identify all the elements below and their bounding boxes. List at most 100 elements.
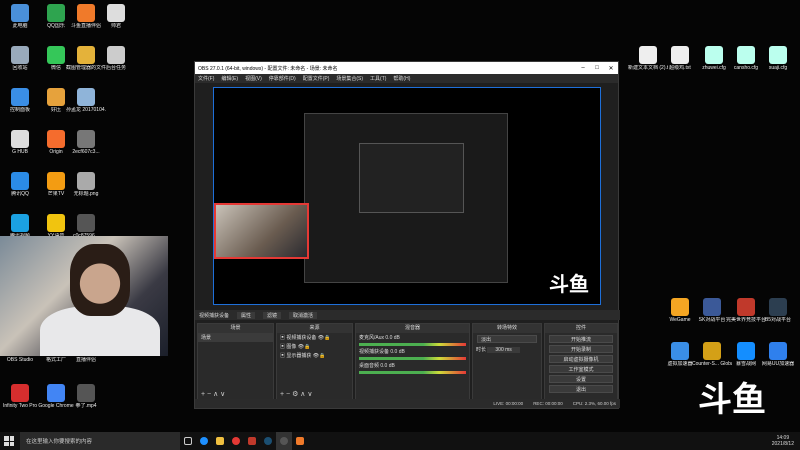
explorer-icon[interactable] xyxy=(212,432,228,450)
mixer-channel-label: 麦克风/Aux 0.0 dB xyxy=(359,335,400,341)
app-icon xyxy=(769,342,787,360)
control-button[interactable]: 设置 xyxy=(549,375,613,383)
desktop-icon[interactable]: G HUB xyxy=(0,128,40,168)
maximize-icon[interactable]: □ xyxy=(590,65,604,72)
desktop-icon[interactable]: 帅君 xyxy=(96,2,136,42)
menu-item[interactable]: 编辑(E) xyxy=(221,75,238,82)
properties-button[interactable]: 属性 xyxy=(237,311,256,319)
duration-row: 时长 300 ms xyxy=(473,345,541,354)
obs-taskbar-icon[interactable] xyxy=(276,432,292,450)
desktop-icon-label: Infinity Two Pro xyxy=(2,403,38,409)
menu-item[interactable]: 文件(F) xyxy=(198,75,214,82)
menu-item[interactable]: 停靠部件(D) xyxy=(269,75,296,82)
app-icon xyxy=(671,46,689,64)
sources-footer[interactable]: + − ⚙ ∧ ∨ xyxy=(277,390,352,399)
deactivate-button[interactable]: 取消激活 xyxy=(289,311,318,319)
status-bar: LIVE: 00:00:00 REC: 00:00:00 CPU: 2.3%, … xyxy=(195,399,620,408)
desktop-icon-label: 后台任务 xyxy=(105,65,126,71)
app-icon xyxy=(107,46,125,64)
menu-item[interactable]: 场景集合(S) xyxy=(336,75,363,82)
source-item[interactable]: ▣ 视频捕获设备 👁🔒 xyxy=(277,333,352,342)
mixer-header: 混音器 xyxy=(356,324,469,333)
obs-titlebar[interactable]: OBS 27.0.1 (64-bit, windows) - 配置文件: 未命名… xyxy=(195,62,618,74)
desktop-icon[interactable]: 控制面板 xyxy=(0,86,40,126)
app-icon xyxy=(11,172,29,190)
clock[interactable]: 14:09 2021/8/12 xyxy=(772,435,800,447)
volume-meter[interactable] xyxy=(359,371,466,374)
scenes-dock: 场景 场景 + − ∧ ∨ xyxy=(197,323,274,400)
obs-window[interactable]: OBS 27.0.1 (64-bit, windows) - 配置文件: 未命名… xyxy=(194,61,620,409)
scenes-header: 场景 xyxy=(198,324,273,333)
app-icon xyxy=(77,46,95,64)
desktop-icon[interactable]: 此电脑 xyxy=(0,2,40,42)
menu-item[interactable]: 视图(V) xyxy=(245,75,262,82)
task-view-icon[interactable] xyxy=(180,432,196,450)
obs-preview[interactable]: 斗鱼 xyxy=(213,87,601,305)
desktop-icon-label: 此电脑 xyxy=(12,23,28,29)
rec-status: REC: 00:00:00 xyxy=(533,401,563,406)
desktop-icon-label: 网易UU加速器 xyxy=(761,361,795,367)
webcam-source-frame[interactable] xyxy=(214,203,309,259)
app-icon xyxy=(769,46,787,64)
app-icon xyxy=(11,88,29,106)
app-icon xyxy=(11,130,29,148)
windows-start-icon[interactable] xyxy=(4,436,14,446)
menu-item[interactable]: 帮助(H) xyxy=(393,75,410,82)
desktop-icon-label: B5对战平台 xyxy=(764,317,792,323)
close-icon[interactable]: ✕ xyxy=(604,65,618,72)
desktop-icon[interactable]: suaji.cfg xyxy=(758,44,798,84)
duration-field[interactable]: 300 ms xyxy=(487,347,520,353)
app-icon xyxy=(47,4,65,22)
volume-meter[interactable] xyxy=(359,357,466,360)
control-button[interactable]: 工作室模式 xyxy=(549,365,613,373)
desktop-icon[interactable]: 无标题.png xyxy=(66,170,106,210)
desktop-icon[interactable]: B5对战平台 xyxy=(758,296,798,336)
desktop-icon[interactable]: 后台任务 xyxy=(96,44,136,84)
app-icon xyxy=(77,4,95,22)
desktop-icon[interactable]: 2ecf607c3... xyxy=(66,128,106,168)
source-item[interactable]: ▣ 图像 👁🔒 xyxy=(277,342,352,351)
menu-item[interactable]: 配置文件(P) xyxy=(303,75,330,82)
scene-item[interactable]: 场景 xyxy=(198,333,273,342)
menu-item[interactable]: 工具(T) xyxy=(370,75,386,82)
app-icon xyxy=(11,4,29,22)
control-button[interactable]: 退出 xyxy=(549,385,613,393)
desktop-icon[interactable]: 孙孟龙 20170104... xyxy=(66,86,106,126)
mixer-channel-label: 桌面音频 0.0 dB xyxy=(359,363,395,369)
transition-select[interactable]: 淡出 xyxy=(477,335,537,343)
app-icon xyxy=(769,298,787,316)
desktop-icon-label: 孙孟龙 20170104... xyxy=(66,107,106,113)
live-status: LIVE: 00:00:00 xyxy=(493,401,524,406)
clock-date: 2021/8/12 xyxy=(771,441,794,447)
netease-music-icon[interactable] xyxy=(228,432,244,450)
steam-icon[interactable] xyxy=(260,432,276,450)
app-icon[interactable] xyxy=(244,432,260,450)
nested-preview-inner xyxy=(359,143,464,213)
obs-title: OBS 27.0.1 (64-bit, windows) - 配置文件: 未命名… xyxy=(198,65,338,72)
taskbar-search-input[interactable]: 在这里输入你要搜索的内容 xyxy=(20,432,180,450)
controls-header: 控件 xyxy=(545,324,617,333)
app-icon xyxy=(47,172,65,190)
duration-label: 时长 xyxy=(476,347,487,353)
scenes-footer[interactable]: + − ∧ ∨ xyxy=(198,390,273,399)
douyu-taskbar-icon[interactable] xyxy=(292,432,308,450)
app-icon xyxy=(47,384,65,402)
control-button[interactable]: 启动虚拟摄像机 xyxy=(549,355,613,363)
desktop-icon[interactable]: 腾讯QQ xyxy=(0,170,40,210)
control-button[interactable]: 开始录制 xyxy=(549,345,613,353)
desktop-icon-label: 腾讯QQ xyxy=(11,191,29,197)
desktop-icon-label: 直播伴侣 xyxy=(75,357,96,363)
desktop-icon[interactable]: Infinity Two Pro xyxy=(0,382,40,422)
minimize-icon[interactable]: – xyxy=(576,65,590,72)
app-icon xyxy=(77,384,95,402)
filters-button[interactable]: 滤镜 xyxy=(263,311,282,319)
volume-meter[interactable] xyxy=(359,343,466,346)
app-icon xyxy=(77,214,95,232)
desktop-icon[interactable]: 拳了.mp4 xyxy=(66,382,106,422)
mixer-channel: 麦克风/Aux 0.0 dB xyxy=(356,333,469,346)
edge-icon[interactable] xyxy=(196,432,212,450)
app-icon xyxy=(639,46,657,64)
control-button[interactable]: 开始推流 xyxy=(549,335,613,343)
desktop-icon[interactable]: 回收站 xyxy=(0,44,40,84)
source-item[interactable]: ▣ 显示器捕获 👁🔒 xyxy=(277,351,352,360)
